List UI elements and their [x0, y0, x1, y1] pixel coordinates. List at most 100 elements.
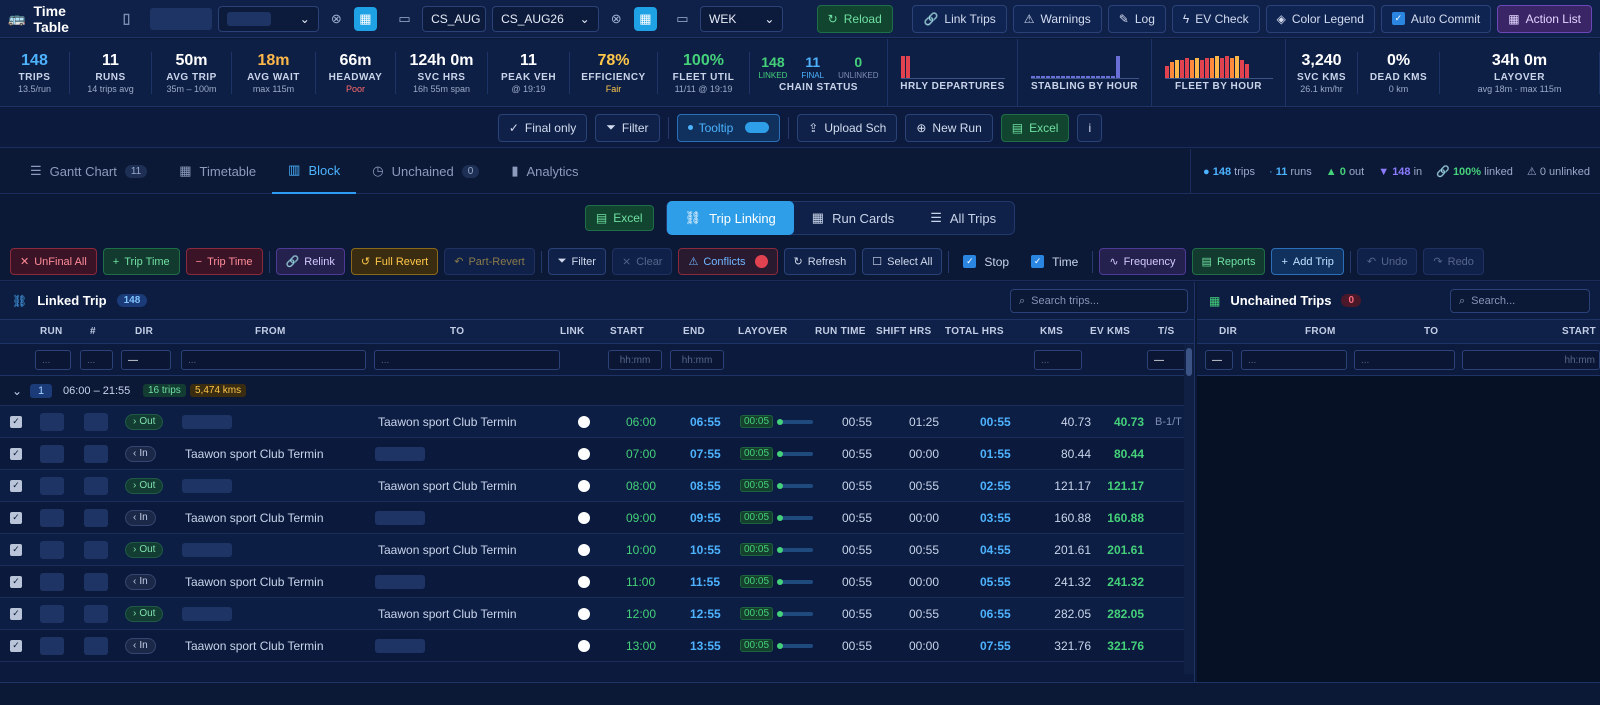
vertical-scrollbar[interactable] — [1184, 344, 1194, 674]
mode-trip-linking[interactable]: ⛓ Trip Linking — [666, 201, 794, 235]
ev-check-button[interactable]: ϟ EV Check — [1171, 4, 1260, 33]
add-trip-button[interactable]: + Add Trip — [1271, 248, 1344, 275]
link-cell[interactable] — [578, 470, 590, 501]
tooltip-toggle[interactable]: Tooltip — [676, 113, 781, 142]
clear-icon[interactable]: ⊗ — [325, 7, 348, 31]
schedule-code-field[interactable]: CS_AUG — [422, 5, 487, 32]
table-row[interactable]: ✓ ‹ In Taawon sport Club Termin 09:00 09:55 00… — [0, 502, 1194, 534]
color-legend-button[interactable]: ◈ Color Legend — [1265, 4, 1375, 33]
redo-button[interactable]: ↷ Redo — [1423, 248, 1484, 275]
table-row[interactable]: ✓ › Out Taawon sport Club Termin 06:00 06:55 0… — [0, 406, 1194, 438]
link-cell[interactable] — [578, 502, 590, 533]
dir-filter-select[interactable]: — — [1205, 350, 1233, 370]
tab-timetable[interactable]: ▦ Timetable — [163, 149, 272, 194]
final-only-toggle[interactable]: ✓ Final only — [497, 113, 588, 142]
link-cell[interactable] — [578, 534, 590, 565]
log-button[interactable]: ✎ Log — [1107, 4, 1166, 33]
trip-time-plus-button[interactable]: + Trip Time — [102, 248, 180, 275]
tab-unchained[interactable]: ◷ Unchained 0 — [356, 149, 495, 194]
row-checkbox[interactable]: ✓ — [10, 566, 22, 597]
link-cell[interactable] — [578, 598, 590, 629]
kms-filter-input[interactable]: ... — [1034, 350, 1082, 370]
to-filter-input[interactable]: ... — [1354, 350, 1455, 370]
part-revert-button[interactable]: ↶ Part-Revert — [444, 248, 535, 275]
row-checkbox[interactable]: ✓ — [10, 438, 22, 469]
table-row[interactable]: ✓ › Out Taawon sport Club Termin 12:00 12:55 0… — [0, 598, 1194, 630]
from-filter-input[interactable]: ... — [181, 350, 366, 370]
excel-button[interactable]: ▤ Excel — [1000, 113, 1070, 142]
table-row[interactable]: ✓ › Out Taawon sport Club Termin 10:00 10:55 0… — [0, 534, 1194, 566]
row-checkbox[interactable]: ✓ — [10, 534, 22, 565]
filter-button[interactable]: ⏷ Filter — [547, 248, 606, 275]
action-list-button[interactable]: ▦ Action List — [1497, 4, 1592, 33]
number-filter-input[interactable]: ... — [80, 350, 113, 370]
full-revert-button[interactable]: ↺ Full Revert — [350, 248, 439, 275]
table-row[interactable]: ✓ ‹ In Taawon sport Club Termin 07:00 07:55 00… — [0, 438, 1194, 470]
run-group-header[interactable]: ⌄ 1 06:00 – 21:55 16 trips 5,474 kms — [0, 376, 1194, 406]
table-row[interactable]: ✓ › Out Taawon sport Club Termin 08:00 08:55 0… — [0, 470, 1194, 502]
row-checkbox[interactable]: ✓ — [10, 406, 22, 437]
link-cell[interactable] — [578, 630, 590, 661]
conflicts-button[interactable]: ⚠ Conflicts — [678, 248, 778, 275]
link-trips-button[interactable]: 🔗 Link Trips — [912, 4, 1007, 33]
route-select[interactable] — [150, 7, 212, 30]
end-filter-input[interactable]: hh:mm — [670, 350, 724, 370]
upload-schedule-button[interactable]: ⇪ Upload Sch — [797, 113, 898, 142]
search-unchained-input[interactable]: ⌕ Search... — [1450, 289, 1590, 313]
grid-icon[interactable]: ▦ — [353, 6, 377, 31]
link-cell[interactable] — [578, 566, 590, 597]
refresh-button[interactable]: ↻ Refresh — [783, 248, 857, 275]
new-run-button[interactable]: ⊕ New Run — [905, 113, 993, 142]
mode-all-trips[interactable]: ☰ All Trips — [912, 201, 1014, 235]
row-checkbox[interactable]: ✓ — [10, 470, 22, 501]
dir-filter-select[interactable]: — — [121, 350, 171, 370]
from-cell — [182, 406, 232, 437]
clear-button[interactable]: ⨯ Clear — [611, 248, 673, 275]
schedule-select[interactable]: CS_AUG26 ⌄ — [492, 5, 599, 32]
reload-button[interactable]: ↻ Reload — [816, 4, 893, 33]
start-filter-input[interactable]: hh:mm — [1462, 350, 1600, 370]
square-icon: ☐ — [872, 256, 883, 268]
reports-button[interactable]: ▤ Reports — [1191, 248, 1266, 275]
chevron-left-icon: ‹ — [133, 448, 137, 459]
layover-badge: 00:05 — [740, 607, 774, 620]
time-toggle[interactable]: ✓ Time — [1023, 255, 1086, 269]
stat-value: 3,240 — [1301, 52, 1342, 69]
tab-analytics[interactable]: ▮ Analytics — [495, 149, 594, 194]
info-button[interactable]: i — [1077, 113, 1103, 142]
warnings-button[interactable]: ⚠ Warnings — [1012, 4, 1102, 33]
tab-block[interactable]: ▥ Block — [272, 149, 357, 194]
day-type-select[interactable]: WEK ⌄ — [700, 5, 784, 32]
start-filter-input[interactable]: hh:mm — [608, 350, 662, 370]
auto-commit-toggle[interactable]: ✓ Auto Commit — [1380, 4, 1492, 33]
undo-button[interactable]: ↶ Undo — [1356, 248, 1418, 275]
row-checkbox[interactable]: ✓ — [10, 502, 22, 533]
link-cell[interactable] — [578, 406, 590, 437]
stop-toggle[interactable]: ✓ Stop — [955, 255, 1017, 269]
mode-run-cards[interactable]: ▦ Run Cards — [794, 201, 912, 235]
trip-time-minus-button[interactable]: − Trip Time — [185, 248, 263, 275]
from-filter-input[interactable]: ... — [1241, 350, 1347, 370]
relink-button[interactable]: 🔗 Relink — [275, 248, 345, 275]
select-all-button[interactable]: ☐ Select All — [862, 248, 943, 275]
tab-gantt-chart[interactable]: ☰ Gantt Chart 11 — [14, 149, 163, 194]
dir-badge: › Out — [125, 605, 164, 622]
table-row[interactable]: ✓ ‹ In Taawon sport Club Termin 11:00 11:55 00… — [0, 566, 1194, 598]
mode-excel-button[interactable]: ▤ Excel — [584, 205, 654, 231]
table-row[interactable]: ✓ ‹ In Taawon sport Club Termin 13:00 13:55 00… — [0, 630, 1194, 662]
search-trips-input[interactable]: ⌕ Search trips... — [1010, 289, 1188, 313]
unfinal-all-button[interactable]: ✕ UnFinal All — [10, 248, 97, 275]
row-checkbox[interactable]: ✓ — [10, 598, 22, 629]
grid-icon[interactable]: ▦ — [633, 6, 657, 31]
clear-icon[interactable]: ⊗ — [605, 7, 628, 31]
filter-button[interactable]: ⏷ Filter — [595, 113, 660, 142]
run-filter-input[interactable]: ... — [35, 350, 71, 370]
variant-select[interactable]: ⌄ — [217, 5, 319, 32]
to-filter-input[interactable]: ... — [374, 350, 560, 370]
chevron-down-icon[interactable]: ⌄ — [12, 376, 22, 405]
row-checkbox[interactable]: ✓ — [10, 630, 22, 661]
ts-filter-select[interactable]: — — [1147, 350, 1189, 370]
link-cell[interactable] — [578, 438, 590, 469]
frequency-button[interactable]: ∿ Frequency — [1099, 248, 1186, 275]
divider — [1092, 250, 1094, 273]
